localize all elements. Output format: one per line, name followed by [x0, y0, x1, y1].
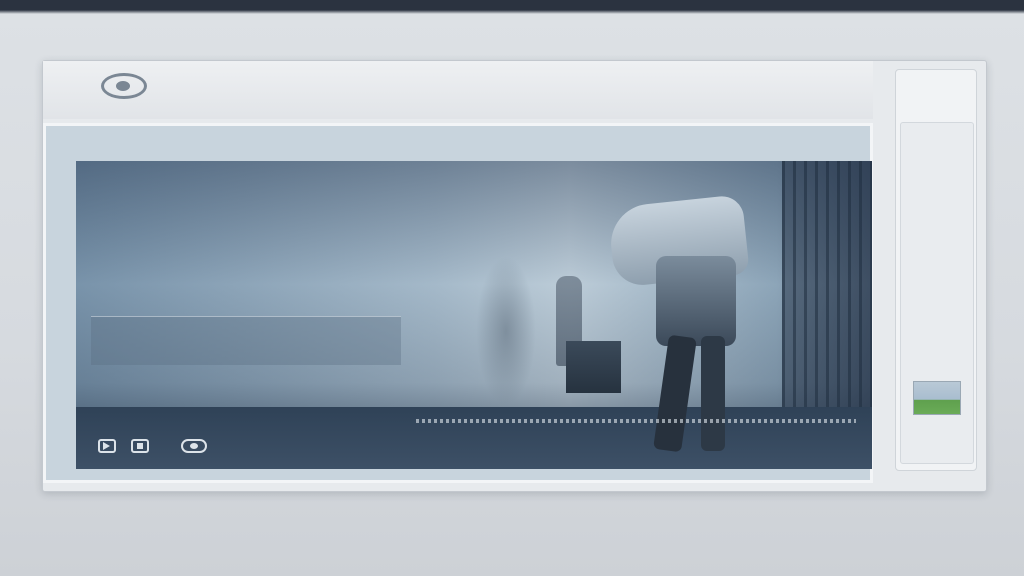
figure-leg-right	[701, 336, 725, 451]
background-figure	[476, 256, 536, 406]
app-header	[43, 61, 873, 119]
description-box	[91, 316, 401, 365]
machine-block	[566, 341, 621, 393]
timeline-track[interactable]	[416, 419, 856, 423]
side-list	[900, 122, 974, 464]
play-icon[interactable]	[98, 439, 116, 453]
hero-image	[76, 161, 872, 469]
next-icon[interactable]	[131, 439, 149, 453]
video-player[interactable]	[43, 123, 873, 483]
brand-logo-icon[interactable]	[101, 73, 147, 99]
side-panel	[895, 69, 977, 471]
figure-torso	[656, 256, 736, 346]
settings-icon[interactable]	[181, 439, 207, 453]
app-window	[42, 60, 987, 492]
thumbnail-image[interactable]	[913, 381, 961, 415]
floor	[76, 407, 872, 469]
